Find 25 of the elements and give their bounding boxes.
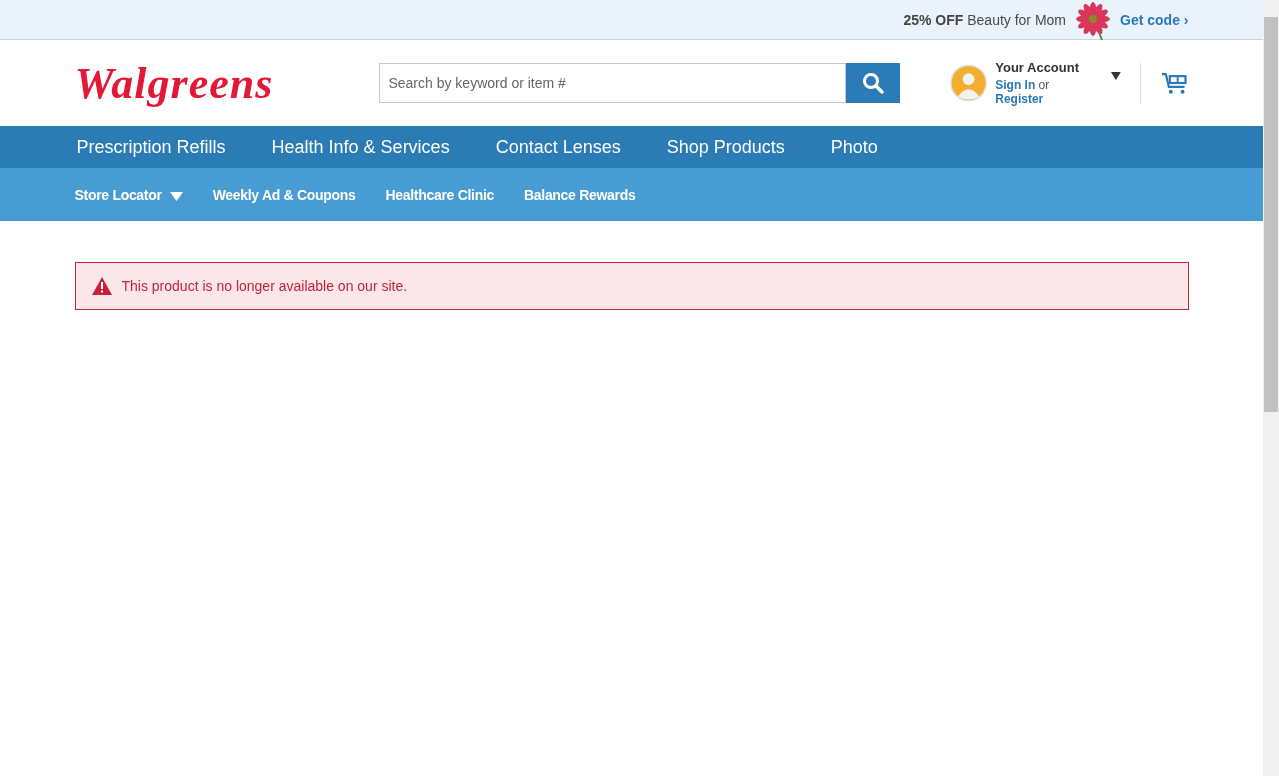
alert-message: This product is no longer available on our site. xyxy=(121,278,408,294)
get-code-link[interactable]: Get code › xyxy=(1120,12,1189,28)
cart-icon[interactable] xyxy=(1161,71,1189,95)
sub-nav-link[interactable]: Store Locator xyxy=(74,186,183,203)
caret-icon[interactable] xyxy=(1110,71,1123,81)
main-nav-link[interactable]: Prescription Refills xyxy=(74,136,226,158)
promo-text: 25% OFF Beauty for Mom xyxy=(903,12,1067,28)
account-title: Your Account xyxy=(995,60,1081,75)
warning-icon xyxy=(91,277,112,295)
avatar-icon xyxy=(950,64,988,102)
search-icon xyxy=(862,72,885,94)
sub-nav-link[interactable]: Healthcare Clinic xyxy=(385,186,494,203)
sub-nav-link[interactable]: Balance Rewards xyxy=(524,186,636,203)
search-field[interactable]: Search by keyword or item # xyxy=(379,63,847,103)
search-button[interactable] xyxy=(846,63,901,103)
main-nav-link[interactable]: Photo xyxy=(828,136,878,158)
sign-in-link[interactable]: Sign In xyxy=(995,78,1036,92)
sub-nav-link[interactable]: Weekly Ad & Coupons xyxy=(212,186,356,203)
walgreens-logo[interactable]: Walgreens xyxy=(74,57,380,109)
main-nav-link[interactable]: Shop Products xyxy=(664,136,785,158)
scrollbar[interactable] xyxy=(1263,0,1279,776)
main-nav-link[interactable]: Health Info & Services xyxy=(269,136,450,158)
or-text: or xyxy=(1038,78,1050,92)
register-link[interactable]: Register xyxy=(995,92,1044,106)
main-nav-link[interactable]: Contact Lenses xyxy=(493,136,621,158)
